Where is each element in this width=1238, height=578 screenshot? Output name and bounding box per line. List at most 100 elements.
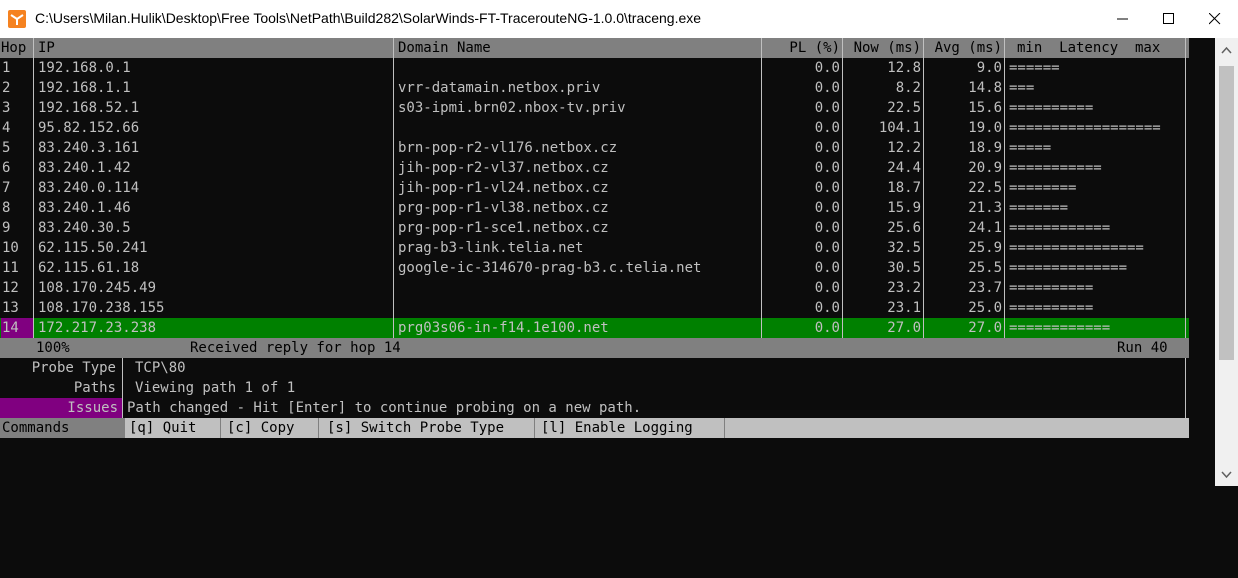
table-row[interactable]: 10 62.115.50.241 prag-b3-link.telia.net 0.0…	[0, 238, 1189, 258]
hop-packet-loss: 0.0	[761, 78, 842, 98]
scroll-down-icon[interactable]	[1219, 466, 1234, 483]
maximize-icon	[1163, 13, 1174, 24]
probe-type-row: Probe Type TCP\80	[0, 358, 1189, 378]
hop-latency-bar: ==================	[1004, 118, 1185, 138]
hop-domain	[393, 118, 761, 138]
hop-avg-ms: 24.1	[923, 218, 1004, 238]
row-end	[1185, 378, 1189, 398]
hop-number: 1	[2, 60, 11, 76]
hop-domain: prg-pop-r1-sce1.netbox.cz	[393, 218, 761, 238]
status-message: Received reply for hop 14	[190, 340, 401, 356]
hop-avg-ms: 15.6	[923, 98, 1004, 118]
table-header: Hop IP Domain Name PL (%) Now (ms) Avg (…	[0, 38, 1189, 58]
header-domain: Domain Name	[393, 38, 761, 58]
hop-now-ms: 8.2	[842, 78, 923, 98]
hop-avg-ms: 21.3	[923, 198, 1004, 218]
row-end	[1185, 58, 1189, 78]
hop-now-ms: 22.5	[842, 98, 923, 118]
hop-packet-loss: 0.0	[761, 258, 842, 278]
row-end	[1185, 198, 1189, 218]
hop-packet-loss: 0.0	[761, 278, 842, 298]
hop-now-ms: 23.2	[842, 278, 923, 298]
commands-filler	[724, 418, 1189, 438]
hop-now-ms: 25.6	[842, 218, 923, 238]
hop-number: 12	[2, 280, 19, 296]
paths-value: Viewing path 1 of 1	[122, 378, 1185, 398]
hop-ip: 108.170.238.155	[33, 298, 393, 318]
table-row[interactable]: 12 108.170.245.49 0.0 23.2 23.7 ==========	[0, 278, 1189, 298]
table-row[interactable]: 2 192.168.1.1 vrr-datamain.netbox.priv 0.0 8…	[0, 78, 1189, 98]
app-icon	[8, 10, 26, 28]
hop-avg-ms: 9.0	[923, 58, 1004, 78]
hop-avg-ms: 14.8	[923, 78, 1004, 98]
probe-type-label: Probe Type	[31, 360, 116, 376]
hop-latency-bar: =====	[1004, 138, 1185, 158]
hop-packet-loss: 0.0	[761, 198, 842, 218]
hop-packet-loss: 0.0	[761, 178, 842, 198]
copy-command[interactable]: [c] Copy	[220, 418, 318, 438]
hop-latency-bar: ==============	[1004, 258, 1185, 278]
table-row[interactable]: 14 172.217.23.238 prg03s06-in-f14.1e100.ne…	[0, 318, 1189, 338]
hop-packet-loss: 0.0	[761, 298, 842, 318]
table-row[interactable]: 3 192.168.52.1 s03-ipmi.brn02.nbox-tv.priv…	[0, 98, 1189, 118]
table-row[interactable]: 7 83.240.0.114 jih-pop-r1-vl24.netbox.cz 0.…	[0, 178, 1189, 198]
hop-domain: prag-b3-link.telia.net	[393, 238, 761, 258]
row-end	[1185, 398, 1189, 418]
header-hop: Hop	[1, 40, 27, 56]
table-row[interactable]: 11 62.115.61.18 google-ic-314670-prag-b3.c…	[0, 258, 1189, 278]
row-end	[1185, 118, 1189, 138]
row-end	[1185, 158, 1189, 178]
hop-packet-loss: 0.0	[761, 158, 842, 178]
hop-avg-ms: 23.7	[923, 278, 1004, 298]
hop-ip: 192.168.1.1	[33, 78, 393, 98]
hop-number: 3	[2, 100, 11, 116]
switch-probe-type-command[interactable]: [s] Switch Probe Type	[318, 418, 534, 438]
scroll-up-icon[interactable]	[1219, 42, 1234, 59]
table-row[interactable]: 9 83.240.30.5 prg-pop-r1-sce1.netbox.cz 0.0…	[0, 218, 1189, 238]
hop-packet-loss: 0.0	[761, 218, 842, 238]
hop-latency-bar: ======	[1004, 58, 1185, 78]
console-area: Hop IP Domain Name PL (%) Now (ms) Avg (…	[0, 38, 1215, 486]
hop-packet-loss: 0.0	[761, 118, 842, 138]
header-avg: Avg (ms)	[923, 38, 1004, 58]
hop-latency-bar: =======	[1004, 198, 1185, 218]
table-row[interactable]: 8 83.240.1.46 prg-pop-r1-vl38.netbox.cz 0.0…	[0, 198, 1189, 218]
paths-row: Paths Viewing path 1 of 1	[0, 378, 1189, 398]
scrollbar-thumb[interactable]	[1219, 66, 1234, 360]
hop-avg-ms: 25.0	[923, 298, 1004, 318]
hop-latency-bar: ============	[1004, 218, 1185, 238]
table-row[interactable]: 6 83.240.1.42 jih-pop-r2-vl37.netbox.cz 0.0…	[0, 158, 1189, 178]
row-end	[1185, 358, 1189, 378]
hop-packet-loss: 0.0	[761, 98, 842, 118]
probe-type-value: TCP\80	[122, 358, 1185, 378]
enable-logging-command[interactable]: [l] Enable Logging	[534, 418, 724, 438]
close-button[interactable]	[1192, 0, 1238, 38]
hop-now-ms: 104.1	[842, 118, 923, 138]
row-end	[1185, 318, 1189, 338]
table-row[interactable]: 1 192.168.0.1 0.0 12.8 9.0 ======	[0, 58, 1189, 78]
table-row[interactable]: 4 95.82.152.66 0.0 104.1 19.0 ===============…	[0, 118, 1189, 138]
hop-avg-ms: 27.0	[923, 318, 1004, 338]
hop-latency-bar: ===========	[1004, 158, 1185, 178]
commands-bar: Commands [q] Quit [c] Copy [s] Switch Pr…	[0, 418, 1189, 438]
hop-now-ms: 12.8	[842, 58, 923, 78]
hop-latency-bar: ===	[1004, 78, 1185, 98]
hop-avg-ms: 19.0	[923, 118, 1004, 138]
hop-domain	[393, 58, 761, 78]
header-ip: IP	[33, 38, 393, 58]
hop-domain: brn-pop-r2-vl176.netbox.cz	[393, 138, 761, 158]
row-end	[1185, 238, 1189, 258]
hop-ip: 62.115.50.241	[33, 238, 393, 258]
quit-command[interactable]: [q] Quit	[124, 418, 220, 438]
maximize-button[interactable]	[1146, 0, 1192, 38]
hop-ip: 83.240.3.161	[33, 138, 393, 158]
table-row[interactable]: 13 108.170.238.155 0.0 23.1 25.0 ==========	[0, 298, 1189, 318]
hop-number: 4	[2, 120, 11, 136]
header-now: Now (ms)	[842, 38, 923, 58]
hop-number: 7	[2, 180, 11, 196]
hop-now-ms: 12.2	[842, 138, 923, 158]
hop-domain: prg03s06-in-f14.1e100.net	[393, 318, 761, 338]
table-row[interactable]: 5 83.240.3.161 brn-pop-r2-vl176.netbox.cz 0…	[0, 138, 1189, 158]
hop-latency-bar: ================	[1004, 238, 1185, 258]
minimize-button[interactable]	[1100, 0, 1146, 38]
